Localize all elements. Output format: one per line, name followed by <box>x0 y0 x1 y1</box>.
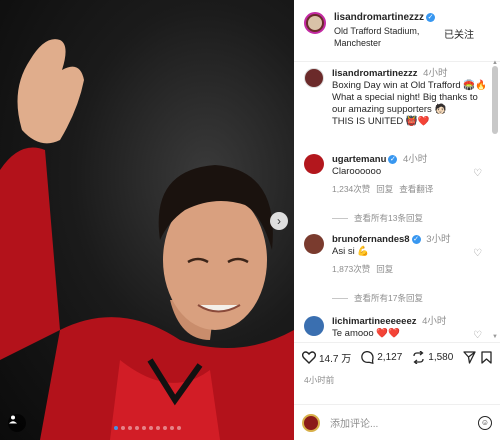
carousel-dot <box>148 426 153 430</box>
caption-text-line: THIS IS UNITED 👹❤️ <box>332 116 430 127</box>
repost-button[interactable]: 1,580 <box>412 351 453 364</box>
reply-button[interactable]: 回复 <box>376 184 393 194</box>
verified-badge-icon: ✓ <box>388 154 398 164</box>
author-avatar[interactable] <box>304 12 326 34</box>
caption-text-line: What a special night! Big thanks to our … <box>332 92 478 115</box>
commenter-avatar[interactable] <box>304 316 324 336</box>
commenter-username[interactable]: brunofernandes8 <box>332 234 410 245</box>
author-username[interactable]: lisandromartinezzz ✓ <box>334 12 450 23</box>
post-photo: › <box>0 0 294 440</box>
share-button[interactable] <box>463 351 479 364</box>
bookmark-icon <box>481 351 492 364</box>
carousel-dot <box>113 426 118 430</box>
comment-text: Claroooooo <box>332 166 382 177</box>
like-comment-heart-icon[interactable]: ♡ <box>473 248 482 259</box>
commenter-username[interactable]: lichimartineeeeeez <box>332 316 417 327</box>
add-comment-bar: 添加评论... ☺ <box>294 404 500 440</box>
commenter-avatar[interactable] <box>304 154 324 174</box>
comments-count: 2,127 <box>377 352 403 363</box>
repost-icon <box>413 351 424 364</box>
reposts-count: 1,580 <box>428 352 454 363</box>
post-actions-bar: 14.7 万 2,127 1,580 <box>294 342 500 372</box>
caption-username[interactable]: lisandromartinezzz <box>332 68 418 79</box>
comment-time: 4小时 <box>422 316 447 327</box>
post-details-panel: lisandromartinezzz ✓ Old Trafford Stadium… <box>294 0 500 440</box>
comment-likes[interactable]: 1,873次赞 <box>332 264 370 274</box>
comment-time: 4小时 <box>403 154 428 165</box>
scroll-down-arrow-icon[interactable]: ▼ <box>492 334 498 340</box>
carousel-dot <box>120 426 125 430</box>
view-replies-button[interactable]: 查看所有13条回复 <box>332 212 423 224</box>
heart-icon <box>302 351 316 364</box>
comment-item: lichimartineeeeeez 4小时 Te amooo ❤️❤️ ♡ <box>304 316 490 340</box>
post-location[interactable]: Old Trafford Stadium, Manchester <box>334 25 450 49</box>
player-illustration <box>0 39 294 440</box>
carousel-dot <box>134 426 139 430</box>
translate-button[interactable]: 查看翻译 <box>399 184 433 194</box>
carousel-dot <box>155 426 160 430</box>
current-user-avatar <box>302 413 320 432</box>
send-icon <box>463 351 476 364</box>
like-comment-heart-icon[interactable]: ♡ <box>473 330 482 340</box>
comment-item: brunofernandes8 ✓ 3小时 Asi si 💪 1,873次赞 回复 … <box>304 234 490 275</box>
commenter-avatar[interactable] <box>304 234 324 254</box>
caption-text-line: Boxing Day win at Old Trafford 🏟️🔥 <box>332 80 487 91</box>
carousel-indicator <box>0 426 294 430</box>
carousel-dot <box>141 426 146 430</box>
add-comment-input[interactable]: 添加评论... <box>330 415 478 430</box>
caption-avatar[interactable] <box>304 68 324 88</box>
carousel-dot <box>169 426 174 430</box>
comments-scrollbar[interactable] <box>492 66 498 134</box>
verified-badge-icon: ✓ <box>411 234 421 244</box>
post-caption: lisandromartinezzz 4小时 Boxing Day win at… <box>304 68 490 128</box>
verified-badge-icon: ✓ <box>426 12 436 22</box>
comment-time: 3小时 <box>426 234 451 245</box>
save-button[interactable] <box>481 351 492 369</box>
post-timestamp: 4小时前 <box>304 375 335 385</box>
view-replies-button[interactable]: 查看所有17条回复 <box>332 292 423 304</box>
comment-text: Te amooo ❤️❤️ <box>332 328 401 339</box>
comment-button[interactable]: 2,127 <box>361 351 402 364</box>
comment-bubble-icon <box>361 351 374 364</box>
carousel-dot <box>176 426 181 430</box>
following-button[interactable]: 已关注 <box>444 26 474 41</box>
comment-item: ugartemanu ✓ 4小时 Claroooooo 1,234次赞 回复 查看翻译… <box>304 154 490 195</box>
post-header: lisandromartinezzz ✓ Old Trafford Stadium… <box>294 0 500 62</box>
comment-text: Asi si 💪 <box>332 246 370 257</box>
like-comment-heart-icon[interactable]: ♡ <box>473 168 482 179</box>
like-button[interactable]: 14.7 万 <box>302 350 351 365</box>
caption-time: 4小时 <box>423 68 448 79</box>
commenter-username[interactable]: ugartemanu <box>332 154 386 165</box>
carousel-dot <box>162 426 167 430</box>
likes-count: 14.7 万 <box>319 354 352 365</box>
comment-likes[interactable]: 1,234次赞 <box>332 184 370 194</box>
comments-list[interactable]: lisandromartinezzz 4小时 Boxing Day win at… <box>294 62 500 340</box>
carousel-dot <box>127 426 132 430</box>
next-slide-button[interactable]: › <box>270 212 288 230</box>
emoji-picker-icon[interactable]: ☺ <box>478 415 492 430</box>
reply-button[interactable]: 回复 <box>376 264 393 274</box>
